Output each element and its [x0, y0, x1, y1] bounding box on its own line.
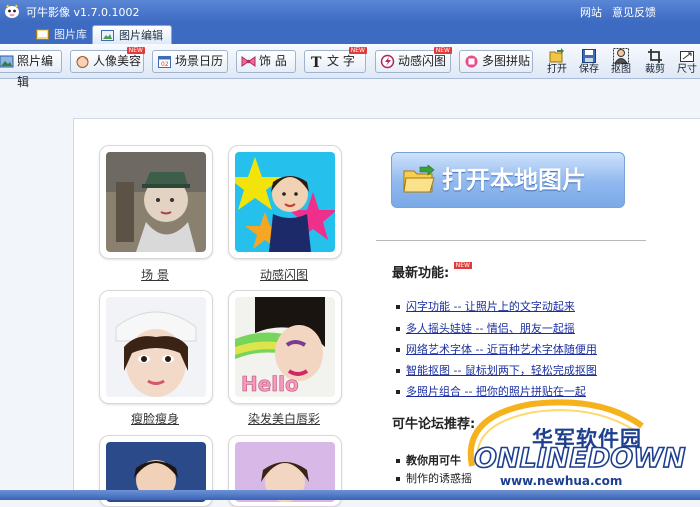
- feature-link-1[interactable]: 闪字功能 -- 让照片上的文字动起来: [396, 298, 575, 314]
- resize-icon: [680, 51, 694, 62]
- portrait-beauty-label: 人像美容: [93, 54, 142, 68]
- cutout-icon: [613, 48, 629, 64]
- slim-face-photo: [106, 297, 206, 397]
- crop-tool-button[interactable]: 裁剪: [639, 48, 671, 78]
- accessories-button[interactable]: 饰 品: [236, 50, 296, 73]
- feedback-link[interactable]: 意见反馈: [612, 4, 656, 20]
- bullet: [396, 459, 400, 463]
- multi-collage-button[interactable]: 多图拼贴: [459, 50, 533, 73]
- image-edit-icon: [101, 30, 114, 41]
- scene-calendar-button[interactable]: 02 场景日历: [152, 50, 228, 73]
- new-badge: NEW: [126, 47, 145, 54]
- bullet: [396, 305, 400, 309]
- website-link[interactable]: 网站: [580, 4, 602, 20]
- collage-icon: [465, 55, 478, 68]
- portrait-beauty-button[interactable]: 人像美容 NEW: [70, 47, 145, 73]
- animated-flash-button[interactable]: 动感闪图 NEW: [375, 47, 452, 73]
- tab-image-edit[interactable]: 图片编辑: [92, 25, 172, 44]
- face-icon: [76, 56, 89, 68]
- animated-flash-thumbnail-label[interactable]: 动感闪图: [228, 266, 340, 283]
- svg-text:02: 02: [161, 61, 169, 68]
- photo-edit-button[interactable]: 照片编辑: [0, 50, 62, 89]
- hair-dye-photo: Hello: [235, 297, 335, 397]
- bullet: [396, 369, 400, 373]
- new-badge: NEW: [433, 47, 452, 54]
- text-icon: T: [311, 55, 322, 69]
- image-library-icon: [36, 29, 49, 40]
- svg-text:T: T: [311, 55, 322, 69]
- svg-text:Hello: Hello: [241, 372, 299, 396]
- crop-tool-label: 裁剪: [645, 64, 665, 75]
- latest-features-title-text: 最新功能:: [392, 266, 450, 281]
- app-logo-icon: [5, 4, 19, 18]
- resize-tool-label: 尺寸: [677, 64, 697, 75]
- watermark-logo-text: ONLINEDOWN: [473, 442, 686, 475]
- open-tool-label: 打开: [547, 64, 567, 75]
- slim-face-thumbnail-label[interactable]: 瘦脸瘦身: [99, 410, 211, 427]
- scene-calendar-label: 场景日历: [175, 54, 224, 68]
- app-title: 可牛影像 v1.7.0.1002: [26, 6, 140, 19]
- status-bar: [0, 490, 700, 500]
- bow-icon: [241, 56, 256, 67]
- animated-flash-label: 动感闪图: [398, 54, 447, 68]
- animated-flash-photo: [235, 152, 335, 252]
- section-divider: [376, 240, 646, 241]
- cutout-tool-label: 抠图: [611, 64, 631, 75]
- scene-thumbnail[interactable]: [99, 145, 213, 259]
- new-badge: NEW: [348, 47, 367, 54]
- save-icon: [582, 49, 596, 63]
- text-label: 文 字: [327, 54, 355, 68]
- feature-link-text: 闪字功能 -- 让照片上的文字动起来: [406, 300, 575, 313]
- cutout-tool-button[interactable]: 抠图: [605, 48, 637, 78]
- feature-link-text: 多人摇头娃娃 -- 情侣、朋友一起摇: [406, 322, 575, 335]
- scene-thumbnail-label[interactable]: 场 景: [99, 266, 211, 283]
- tab-label: 图片编辑: [119, 29, 163, 42]
- bullet: [396, 327, 400, 331]
- save-tool-label: 保存: [579, 64, 599, 75]
- tab-image-library[interactable]: 图片库: [28, 25, 95, 44]
- open-local-image-button[interactable]: 打开本地图片: [391, 152, 625, 208]
- feature-link-3[interactable]: 网络艺术字体 -- 近百种艺术字体随便用: [396, 341, 597, 357]
- bullet: [396, 348, 400, 352]
- watermark-url: www.newhua.com: [500, 474, 623, 488]
- open-tool-button[interactable]: 打开: [541, 48, 573, 78]
- tab-label: 图片库: [54, 28, 87, 41]
- latest-features-title: 最新功能: NEW: [392, 262, 472, 281]
- tab-bar: 图片库 图片编辑: [0, 22, 700, 44]
- multi-collage-label: 多图拼贴: [482, 54, 531, 68]
- feature-link-2[interactable]: 多人摇头娃娃 -- 情侣、朋友一起摇: [396, 320, 575, 336]
- open-icon: [549, 48, 564, 63]
- animated-flash-thumbnail[interactable]: [228, 145, 342, 259]
- slim-face-thumbnail[interactable]: [99, 290, 213, 404]
- text-button[interactable]: T 文 字 NEW: [304, 47, 367, 73]
- main-toolbar: 照片编辑 人像美容 NEW 02 场景日历 饰 品 T 文 字 NEW 动感闪图…: [0, 44, 700, 89]
- save-tool-button[interactable]: 保存: [573, 48, 605, 78]
- crop-icon: [648, 49, 662, 63]
- feature-link-text: 智能抠图 -- 鼠标划两下，轻松完成抠图: [406, 364, 597, 377]
- scene-photo: [106, 152, 206, 252]
- open-local-image-label: 打开本地图片: [442, 166, 586, 194]
- resize-tool-button[interactable]: 尺寸: [671, 48, 700, 78]
- hair-dye-thumbnail[interactable]: Hello: [228, 290, 342, 404]
- folder-icon: [403, 165, 435, 193]
- bullet: [396, 477, 400, 481]
- calendar-icon: 02: [158, 56, 171, 68]
- title-bar: 可牛影像 v1.7.0.1002 网站 意见反馈: [0, 0, 700, 22]
- feature-link-4[interactable]: 智能抠图 -- 鼠标划两下，轻松完成抠图: [396, 362, 597, 378]
- new-badge: NEW: [453, 262, 472, 269]
- photo-edit-label: 照片编辑: [17, 54, 54, 89]
- animation-icon: [380, 54, 395, 69]
- hair-dye-thumbnail-label[interactable]: 染发美白唇彩: [228, 410, 340, 427]
- accessories-label: 饰 品: [259, 54, 287, 68]
- bullet: [396, 390, 400, 394]
- photo-edit-icon: [0, 55, 14, 68]
- feature-link-text: 网络艺术字体 -- 近百种艺术字体随便用: [406, 343, 597, 356]
